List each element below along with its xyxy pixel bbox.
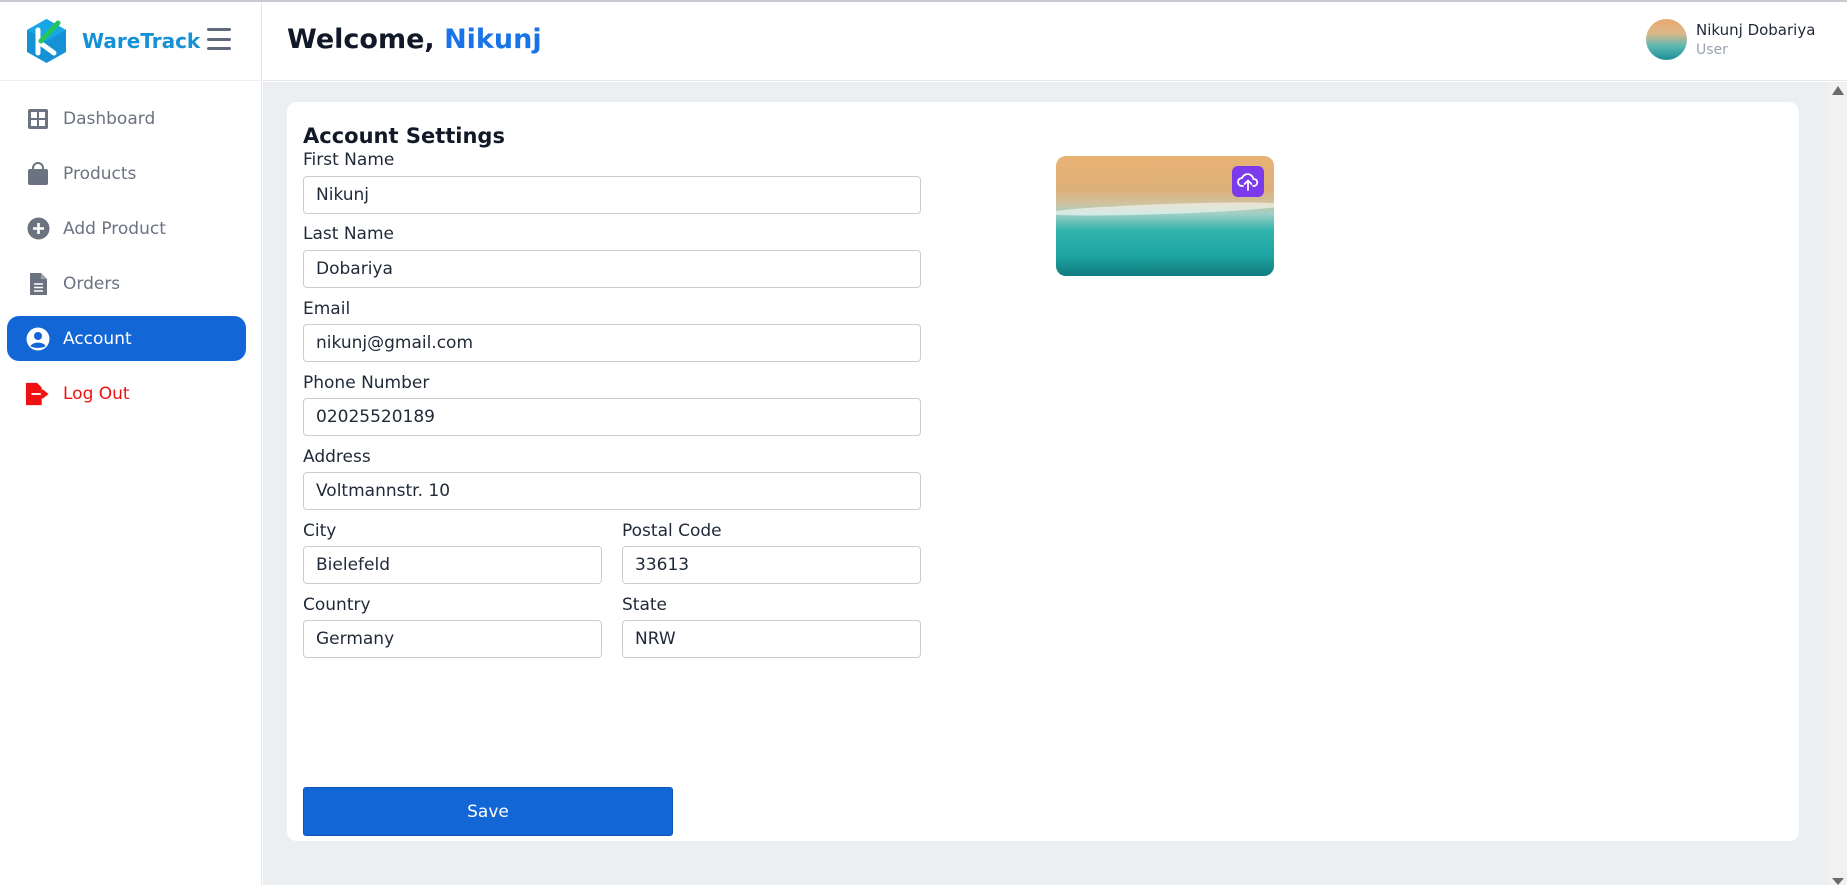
cloud-upload-icon <box>1237 172 1259 191</box>
logout-icon <box>25 381 51 407</box>
sidebar-item-dashboard[interactable]: Dashboard <box>7 96 246 141</box>
sidebar-item-label: Orders <box>63 273 121 294</box>
last-name-label: Last Name <box>303 224 394 244</box>
sidebar: WareTrack Dashboard Products Add Product <box>0 2 262 885</box>
plus-circle-icon <box>25 216 51 242</box>
address-field[interactable] <box>303 472 921 510</box>
grid-icon <box>25 106 51 132</box>
document-icon <box>25 271 51 297</box>
save-button[interactable]: Save <box>303 787 673 836</box>
postal-code-field[interactable] <box>622 546 921 584</box>
email-label: Email <box>303 299 351 319</box>
scroll-down-arrow-icon[interactable] <box>1832 878 1844 885</box>
shopping-bag-icon <box>25 161 51 187</box>
user-circle-icon <box>25 326 51 352</box>
top-header: Welcome, Nikunj Nikunj Dobariya User <box>263 2 1847 81</box>
upload-image-button[interactable] <box>1232 166 1264 197</box>
cover-wave <box>1056 199 1274 219</box>
sidebar-item-label: Dashboard <box>63 108 156 129</box>
country-field[interactable] <box>303 620 602 658</box>
account-settings-card: Account Settings First Name Last Name Em… <box>287 102 1799 841</box>
phone-field[interactable] <box>303 398 921 436</box>
city-field[interactable] <box>303 546 602 584</box>
sidebar-item-label: Account <box>63 328 132 349</box>
sidebar-item-label: Products <box>63 163 137 184</box>
user-name: Nikunj Dobariya <box>1696 21 1816 39</box>
sidebar-item-account[interactable]: Account <box>7 316 246 361</box>
sidebar-item-products[interactable]: Products <box>7 151 246 196</box>
user-profile[interactable]: Nikunj Dobariya User <box>1646 19 1815 60</box>
first-name-field[interactable] <box>303 176 921 214</box>
page-title: Account Settings <box>303 124 505 148</box>
city-label: City <box>303 521 337 541</box>
state-label: State <box>622 595 667 615</box>
avatar <box>1646 19 1687 60</box>
sidebar-item-logout[interactable]: Log Out <box>7 371 246 416</box>
sidebar-item-label: Log Out <box>63 383 130 404</box>
welcome-user-name: Nikunj <box>444 24 542 55</box>
sidebar-item-add-product[interactable]: Add Product <box>7 206 246 251</box>
sidebar-item-orders[interactable]: Orders <box>7 261 246 306</box>
phone-label: Phone Number <box>303 373 430 393</box>
user-info: Nikunj Dobariya User <box>1696 21 1815 58</box>
user-role: User <box>1696 42 1728 58</box>
page-scrollbar[interactable] <box>1828 82 1847 885</box>
welcome-heading: Welcome, Nikunj <box>287 24 542 55</box>
sidebar-item-label: Add Product <box>63 218 166 239</box>
postal-code-label: Postal Code <box>622 521 722 541</box>
profile-cover-image <box>1056 156 1274 276</box>
menu-toggle-icon[interactable] <box>207 28 231 50</box>
first-name-label: First Name <box>303 150 395 170</box>
brand-name: WareTrack <box>82 29 201 53</box>
welcome-prefix: Welcome, <box>287 24 435 55</box>
sidebar-nav: Dashboard Products Add Product Orders Ac… <box>0 81 261 416</box>
main-content: Account Settings First Name Last Name Em… <box>263 82 1828 885</box>
address-label: Address <box>303 447 371 467</box>
waretrack-logo-icon <box>27 19 66 63</box>
country-label: Country <box>303 595 371 615</box>
scroll-up-arrow-icon[interactable] <box>1832 86 1844 95</box>
last-name-field[interactable] <box>303 250 921 288</box>
state-field[interactable] <box>622 620 921 658</box>
email-field[interactable] <box>303 324 921 362</box>
